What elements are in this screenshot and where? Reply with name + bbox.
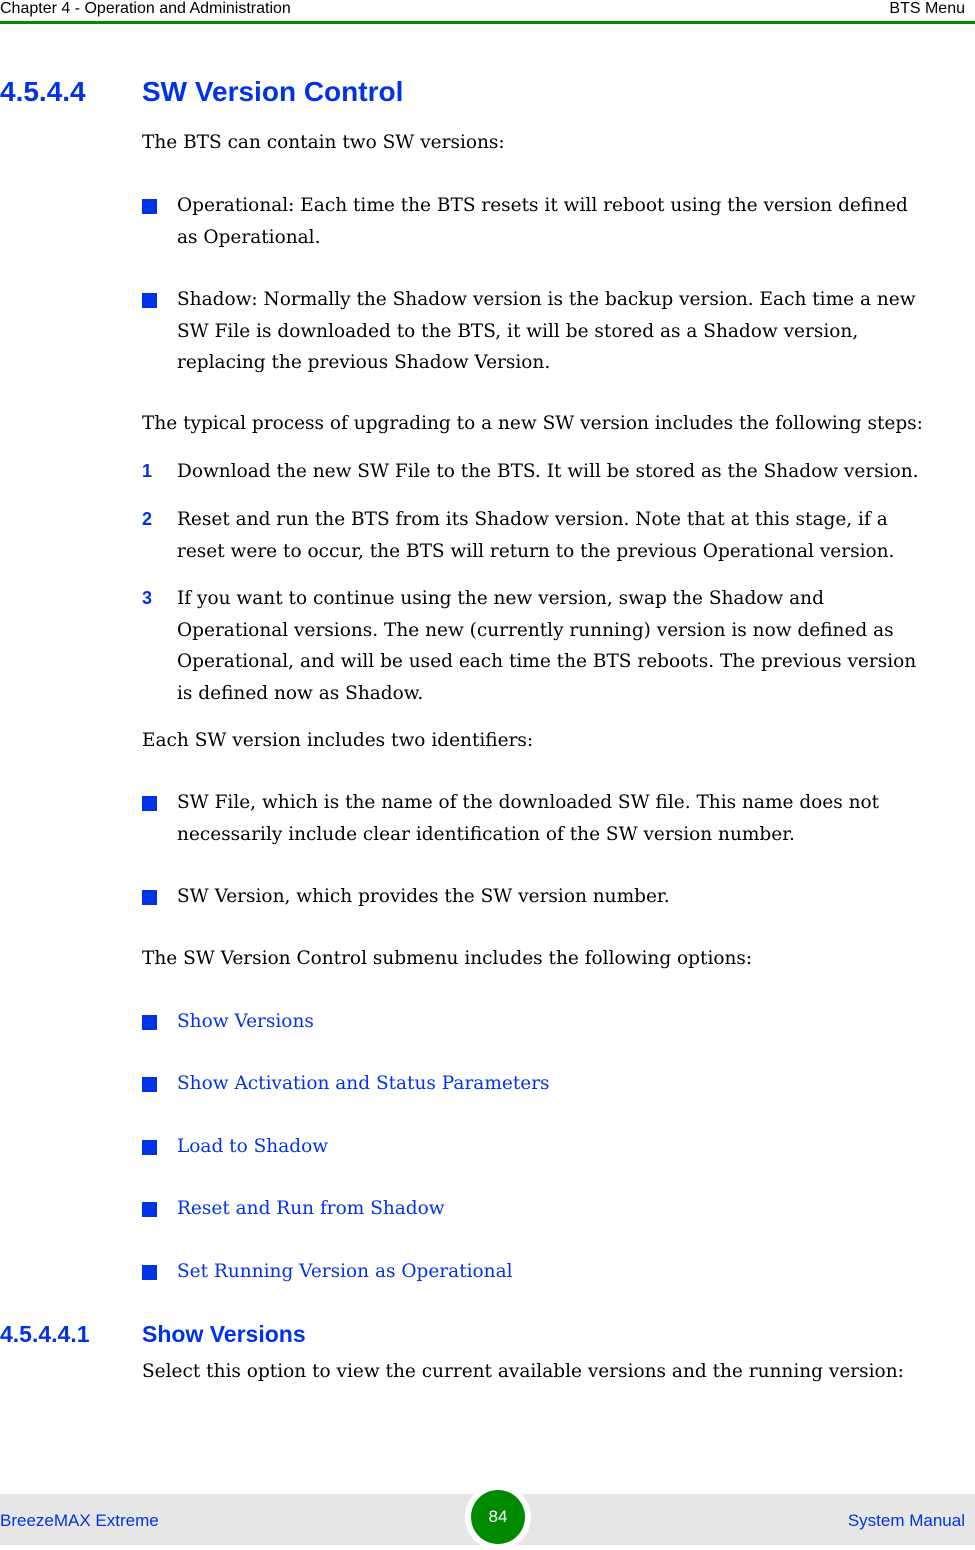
step-number: 2 — [142, 509, 153, 529]
subsection-body: Select this option to view the current a… — [142, 1361, 904, 1382]
link-label[interactable]: Reset and Run from Shadow — [177, 1193, 975, 1225]
section-number: 4.5.4.4 — [0, 76, 86, 107]
page-header: Chapter 4 - Operation and Administration… — [0, 0, 975, 22]
section-name: BTS Menu — [889, 0, 965, 17]
link-label[interactable]: Load to Shadow — [177, 1131, 975, 1163]
intro-paragraph: The BTS can contain two SW versions: — [142, 132, 505, 153]
link-label[interactable]: Show Activation and Status Parameters — [177, 1068, 975, 1100]
bullet-square-icon — [142, 1015, 157, 1030]
chapter-title: Chapter 4 - Operation and Administration — [0, 0, 291, 17]
submenu-intro-paragraph: The SW Version Control submenu includes … — [142, 948, 753, 969]
header-divider — [0, 21, 975, 24]
subsection-number: 4.5.4.4.1 — [0, 1321, 90, 1347]
bullet-square-icon — [142, 796, 157, 811]
page-number: 84 — [488, 1507, 508, 1526]
link-label[interactable]: Set Running Version as Operational — [177, 1256, 975, 1288]
list-item-line: as Operational. — [177, 226, 321, 248]
step-number: 3 — [142, 588, 153, 608]
page-footer: BreezeMAX Extreme 84 System Manual — [0, 1484, 975, 1550]
manual-name: System Manual — [847, 1511, 965, 1530]
step-line: Reset and run the BTS from its Shadow ve… — [177, 509, 888, 530]
step-line: Operational versions. The new (currently… — [177, 619, 894, 641]
list-item-line: Shadow: Normally the Shadow version is t… — [177, 289, 916, 310]
list-item-line: replacing the previous Shadow Version. — [177, 352, 551, 373]
step-number: 1 — [142, 461, 153, 481]
product-name: BreezeMAX Extreme — [0, 1511, 159, 1530]
identifiers-intro-paragraph: Each SW version includes two identifiers… — [142, 730, 534, 751]
bullet-square-icon — [142, 1140, 157, 1155]
step-line: Download the new SW File to the BTS. It … — [177, 461, 919, 482]
page-number-badge: 84 — [471, 1490, 525, 1544]
list-item-line: SW File, which is the name of the downlo… — [177, 792, 880, 813]
bullet-square-icon — [142, 199, 157, 214]
bullet-square-icon — [142, 293, 157, 308]
step-line: Operational, and will be used each time … — [177, 651, 917, 672]
list-item-line: Operational: Each time the BTS resets it… — [177, 195, 908, 216]
step-line: reset were to occur, the BTS will return… — [177, 540, 895, 562]
list-item-line: SW Version, which provides the SW versio… — [177, 886, 670, 907]
subsection-title: Show Versions — [142, 1321, 306, 1347]
bullet-square-icon — [142, 890, 157, 905]
step-line: If you want to continue using the new ve… — [177, 588, 824, 609]
list-item-line: SW File is downloaded to the BTS, it wil… — [177, 320, 859, 342]
bullet-square-icon — [142, 1077, 157, 1092]
list-item-line: necessarily include clear identification… — [177, 823, 795, 845]
process-intro-paragraph: The typical process of upgrading to a ne… — [142, 413, 923, 434]
section-title: SW Version Control — [142, 76, 404, 107]
bullet-square-icon — [142, 1265, 157, 1280]
bullet-square-icon — [142, 1202, 157, 1217]
link-label[interactable]: Show Versions — [177, 1006, 975, 1038]
step-line: is defined now as Shadow. — [177, 682, 424, 704]
